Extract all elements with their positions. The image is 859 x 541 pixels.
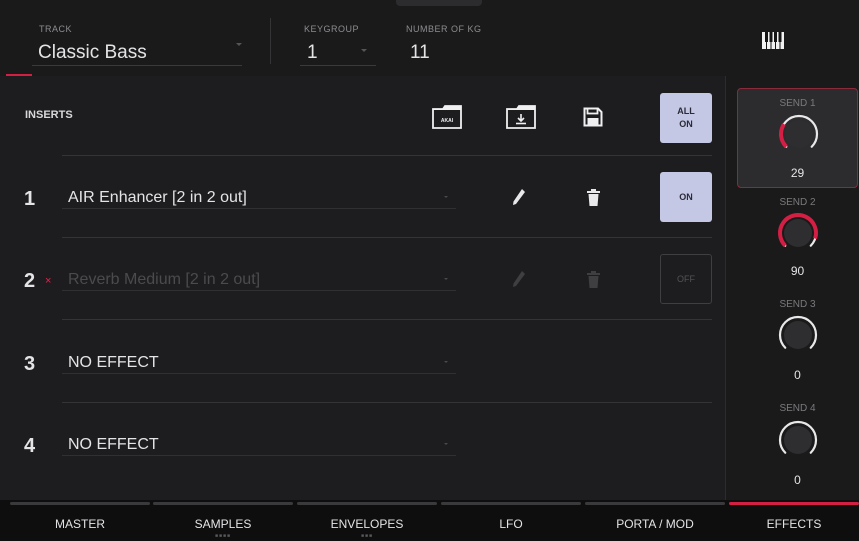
tab-envelopes[interactable]: ENVELOPES ■■■ — [297, 500, 437, 541]
row-divider — [62, 319, 712, 320]
send-3-label: SEND 3 — [779, 299, 816, 310]
tab-indicator — [153, 502, 293, 505]
tab-master[interactable]: MASTER — [10, 500, 150, 541]
chevron-down-icon — [444, 443, 448, 445]
tab-effects[interactable]: EFFECTS — [729, 500, 859, 541]
tab-lfo[interactable]: LFO — [441, 500, 581, 541]
tab-envelopes-label: ENVELOPES — [330, 517, 404, 531]
send-3[interactable]: SEND 3 0 — [737, 296, 858, 396]
chevron-down-icon — [444, 361, 448, 363]
tab-indicator — [585, 502, 725, 505]
knob-body — [784, 219, 812, 247]
all-on-line2: ON — [679, 119, 693, 129]
tab-indicator — [10, 502, 150, 505]
send-2-value: 90 — [790, 264, 805, 278]
track-label: TRACK — [39, 24, 73, 34]
send-4-value: 0 — [794, 473, 801, 487]
chevron-down-icon — [444, 196, 448, 198]
slot-2-underline — [62, 290, 456, 291]
row-divider — [62, 237, 712, 238]
chevron-down-icon — [236, 43, 242, 46]
tab-lfo-label: LFO — [499, 517, 523, 531]
slot-2-delete-trash-icon[interactable] — [585, 269, 601, 289]
slot-2-effect-select[interactable]: Reverb Medium [2 in 2 out] — [68, 271, 260, 289]
sends-panel: SEND 1 29 SEND 2 90 SEND 3 0 SEND 4 0 — [725, 76, 859, 500]
send-4-knob[interactable] — [776, 418, 820, 462]
send-1-knob[interactable] — [777, 112, 821, 156]
chevron-down-icon — [444, 278, 448, 280]
tab-samples[interactable]: SAMPLES ■■■■ — [153, 500, 293, 541]
tab-master-label: MASTER — [54, 517, 105, 531]
knob-body — [784, 426, 812, 454]
slot-1-on-button[interactable]: ON — [660, 172, 712, 222]
chevron-down-icon — [361, 49, 367, 52]
tab-envelopes-dots: ■■■ — [360, 533, 374, 539]
number-of-kg-label: NUMBER OF KG — [406, 24, 482, 34]
slot-4-number: 4 — [24, 435, 36, 457]
tab-indicator — [441, 502, 581, 505]
send-1-label: SEND 1 — [779, 98, 816, 109]
row-divider — [62, 155, 712, 156]
slot-1-number: 1 — [24, 188, 36, 210]
send-1-value: 29 — [790, 166, 805, 180]
inserts-panel: INSERTS AKAI ALL ON 1 AIR Enhancer [2 in… — [0, 76, 725, 500]
keygroup-underline — [300, 65, 376, 66]
send-4[interactable]: SEND 4 0 — [737, 400, 858, 500]
top-handle[interactable] — [396, 0, 482, 6]
load-folder-icon[interactable] — [505, 104, 537, 130]
slot-2-edit-pencil-icon[interactable] — [510, 269, 528, 289]
inserts-title: INSERTS — [25, 109, 73, 121]
tab-porta-mod[interactable]: PORTA / MOD — [585, 500, 725, 541]
send-4-label: SEND 4 — [779, 403, 816, 414]
knob-body — [785, 120, 813, 148]
piano-keys-icon[interactable] — [760, 29, 786, 51]
number-of-kg-value: 11 — [410, 42, 430, 63]
slot-4-effect-select[interactable]: NO EFFECT — [68, 436, 159, 454]
tab-samples-label: SAMPLES — [194, 517, 252, 531]
slot-1-edit-pencil-icon[interactable] — [510, 187, 528, 207]
all-on-line1: ALL — [677, 106, 695, 116]
row-divider — [62, 402, 712, 403]
send-2-label: SEND 2 — [779, 197, 816, 208]
send-2-knob[interactable] — [776, 211, 820, 255]
tab-indicator-active — [729, 502, 859, 505]
slot-2-number: 2 — [24, 270, 36, 292]
akai-folder-icon[interactable]: AKAI — [431, 104, 463, 130]
slot-2-off-button[interactable]: OFF — [660, 254, 712, 304]
slot-1-delete-trash-icon[interactable] — [585, 187, 601, 207]
tab-porta-mod-label: PORTA / MOD — [616, 517, 694, 531]
slot-3-number: 3 — [24, 353, 36, 375]
track-header: TRACK Classic Bass KEYGROUP 1 NUMBER OF … — [0, 0, 859, 76]
send-2[interactable]: SEND 2 90 — [737, 192, 858, 292]
slot-4-underline — [62, 455, 456, 456]
knob-body — [784, 321, 812, 349]
send-1[interactable]: SEND 1 29 — [737, 88, 858, 188]
header-divider — [270, 18, 271, 64]
slot-1-underline — [62, 208, 456, 209]
tab-indicator — [297, 502, 437, 505]
tab-samples-dots: ■■■■ — [214, 533, 232, 539]
keygroup-label: KEYGROUP — [304, 24, 360, 34]
keygroup-select[interactable]: 1 — [307, 42, 318, 64]
slot-3-underline — [62, 373, 456, 374]
tab-bar: MASTER SAMPLES ■■■■ ENVELOPES ■■■ LFO PO… — [0, 500, 859, 541]
send-3-value: 0 — [794, 368, 801, 382]
send-3-knob[interactable] — [776, 313, 820, 357]
tab-effects-label: EFFECTS — [766, 517, 822, 531]
track-select[interactable]: Classic Bass — [38, 42, 147, 64]
akai-logo-text: AKAI — [441, 118, 454, 124]
slot-2-bypass-x-icon: × — [45, 275, 52, 287]
slot-1-effect-select[interactable]: AIR Enhancer [2 in 2 out] — [68, 189, 247, 207]
all-on-button[interactable]: ALL ON — [660, 93, 712, 143]
save-icon[interactable] — [580, 105, 606, 129]
slot-3-effect-select[interactable]: NO EFFECT — [68, 354, 159, 372]
track-underline — [32, 65, 242, 66]
